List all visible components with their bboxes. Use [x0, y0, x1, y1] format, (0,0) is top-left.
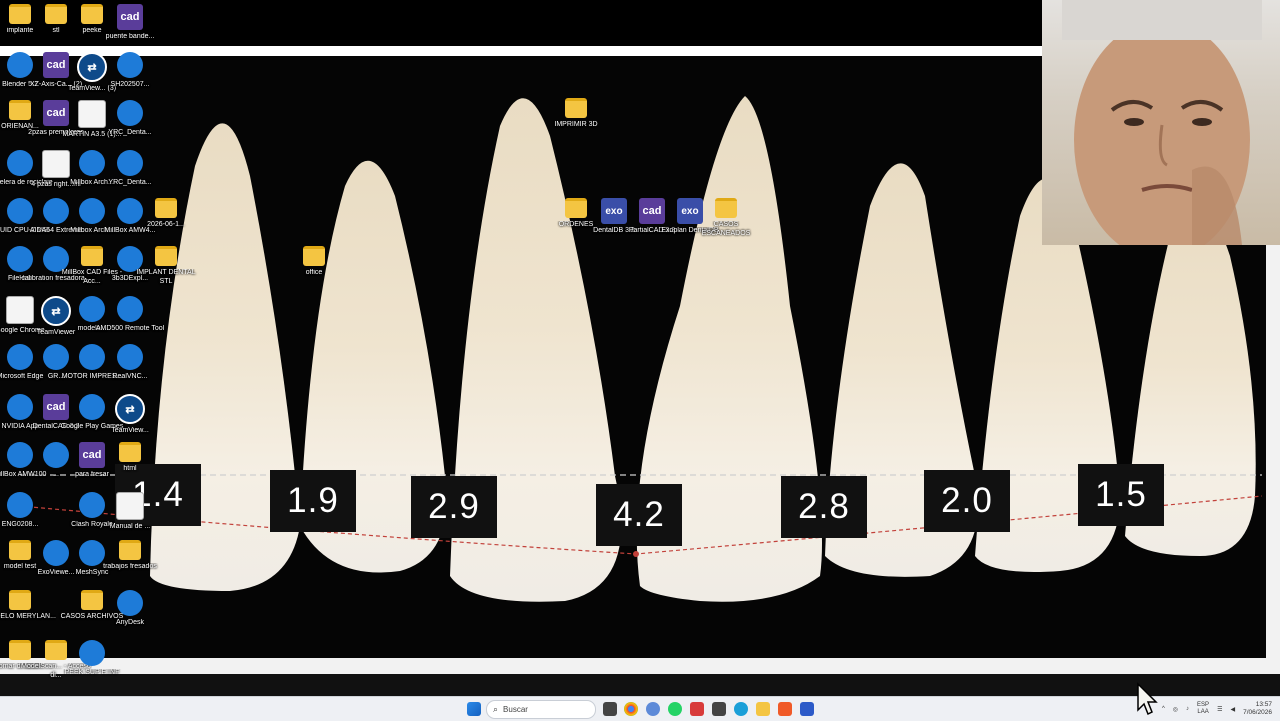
taskbar: ⌕ Buscar ^ ◎ ♪ ESP LAA ☰ ◀ 13:57 7/06/20… — [0, 696, 1280, 721]
mouse-cursor-icon — [1137, 682, 1158, 716]
folder-icon — [9, 590, 31, 610]
speaker-icon[interactable]: ◀ — [1230, 706, 1235, 713]
desktop-icon-label: puente bande... — [105, 33, 155, 40]
desktop-icon-label: Manual de ... — [109, 523, 151, 530]
desktop-icon[interactable]: PEEK SUP E INF — [56, 640, 128, 678]
desktop-icon-label: PEEK SUP E INF — [64, 669, 120, 676]
brave-icon[interactable] — [778, 702, 792, 716]
measurement-label: 4.2 — [596, 484, 682, 546]
volume-icon[interactable]: ♪ — [1186, 706, 1189, 712]
desktop-icon-label: html — [123, 465, 137, 472]
webcam-overlay — [1042, 0, 1280, 245]
network-icon[interactable]: ◎ — [1173, 706, 1178, 713]
app-icon — [79, 640, 105, 666]
clock[interactable]: 13:57 7/06/2026 — [1243, 701, 1272, 717]
windows-start-icon[interactable] — [467, 702, 481, 716]
chevron-up-icon[interactable]: ^ — [1162, 706, 1165, 712]
language-indicator: ESP LAA — [1197, 702, 1209, 716]
app-icon — [117, 296, 143, 322]
folder-icon — [715, 198, 737, 218]
desktop-icon-label: 2026-06-1... — [147, 221, 185, 228]
system-tray: ^ ◎ ♪ ESP LAA ☰ ◀ 13:57 7/06/2026 — [1162, 699, 1272, 719]
language-code: ESP — [1197, 702, 1210, 708]
clock-date: 7/06/2026 — [1243, 709, 1272, 716]
viewer-bottom-edge — [0, 658, 1280, 674]
desktop-icon-label: ENG0208... — [1, 521, 39, 528]
task-view-icon[interactable] — [603, 702, 617, 716]
taskbar-search-box[interactable]: ⌕ Buscar — [486, 700, 596, 719]
app-icon — [117, 150, 143, 176]
desktop-icon-label: CASOS ESCANEADOS — [701, 221, 751, 237]
desktop-bottom-area — [0, 674, 1280, 696]
desktop-icon[interactable]: MODELO MERYLAN... — [0, 590, 56, 622]
desktop-icon-label: trabajos fresados — [103, 563, 157, 570]
desktop-icon-label: YRC_Denta... — [108, 179, 152, 186]
folder-icon — [155, 198, 177, 218]
measurement-label: 1.9 — [270, 470, 356, 532]
folder-icon — [119, 540, 141, 560]
app-icon — [117, 52, 143, 78]
desktop-icon[interactable]: html — [94, 442, 166, 474]
desktop-icon[interactable]: AnyDesk — [94, 590, 166, 628]
folder-icon — [565, 98, 587, 118]
clock-time: 13:57 — [1255, 701, 1272, 708]
measurement-label: 2.9 — [411, 476, 497, 538]
folder-icon — [119, 442, 141, 462]
desktop-icon[interactable]: RealVNC... — [94, 344, 166, 382]
desktop-icon-label: office — [305, 269, 323, 276]
measurement-label: 1.5 — [1078, 464, 1164, 526]
desktop-icon[interactable]: AMD500 Remote Tool — [94, 296, 166, 334]
desktop-icon-label: AMD500 Remote Tool — [95, 325, 165, 332]
desktop-icon[interactable]: 2026-06-1... — [130, 198, 202, 230]
measurement-label: 2.0 — [924, 470, 1010, 532]
desktop-icon-label: TeamView... — [111, 427, 149, 434]
app-icon — [117, 100, 143, 126]
teamviewer-icon: ⇄ — [115, 394, 145, 424]
keyboard-layout: LAA — [1197, 709, 1209, 715]
desktop-icon[interactable]: ENG0208... — [0, 492, 56, 530]
desktop-icon[interactable]: IMPLANT DENTAL STL — [130, 246, 202, 286]
midline-point — [633, 551, 639, 557]
search-placeholder: Buscar — [503, 705, 528, 714]
desktop-icon-label: RealVNC... — [112, 373, 148, 380]
folder-icon — [303, 246, 325, 266]
desktop-icon[interactable]: office — [278, 246, 350, 278]
whatsapp-icon[interactable] — [668, 702, 682, 716]
desktop-icon[interactable]: CASOS ESCANEADOS — [690, 198, 762, 238]
desktop-icon[interactable]: SH202507... — [94, 52, 166, 90]
desktop-icon[interactable]: IMPRIMIR 3D — [540, 98, 612, 130]
desktop-icon[interactable]: trabajos fresados — [94, 540, 166, 572]
desktop-icon[interactable]: YRC_Denta... — [94, 150, 166, 188]
app-icon[interactable] — [690, 702, 704, 716]
desktop-icon[interactable]: Manual de ... — [94, 492, 166, 532]
search-icon: ⌕ — [493, 704, 499, 714]
webcam-person-image — [1062, 0, 1262, 245]
browser-icon[interactable] — [646, 702, 660, 716]
chrome-icon[interactable] — [624, 702, 638, 716]
edge-icon[interactable] — [734, 702, 748, 716]
wifi-icon[interactable]: ☰ — [1217, 706, 1222, 713]
cad-icon: cad — [117, 4, 143, 30]
app-icon — [7, 492, 33, 518]
doc-icon — [116, 492, 144, 520]
desktop-icon-label: AnyDesk — [115, 619, 144, 626]
desktop-icon-label: IMPLANT DENTAL STL — [136, 269, 196, 285]
app-icon[interactable] — [712, 702, 726, 716]
desktop-icon-label: YRC_Denta... — [108, 129, 152, 136]
desktop-icon[interactable]: cad puente bande... — [94, 4, 166, 42]
app-icon — [117, 590, 143, 616]
app-icon[interactable] — [800, 702, 814, 716]
desktop-icon-label: SH202507... — [110, 81, 150, 88]
desktop-icon[interactable]: ⇄ TeamView... — [94, 394, 166, 436]
measurement-label: 2.8 — [781, 476, 867, 538]
desktop-icon-label: MODELO MERYLAN... — [0, 613, 56, 620]
folder-icon — [155, 246, 177, 266]
app-icon — [117, 344, 143, 370]
desktop-icon-label: IMPRIMIR 3D — [554, 121, 598, 128]
desktop-icon[interactable]: YRC_Denta... — [94, 100, 166, 138]
file-explorer-icon[interactable] — [756, 702, 770, 716]
